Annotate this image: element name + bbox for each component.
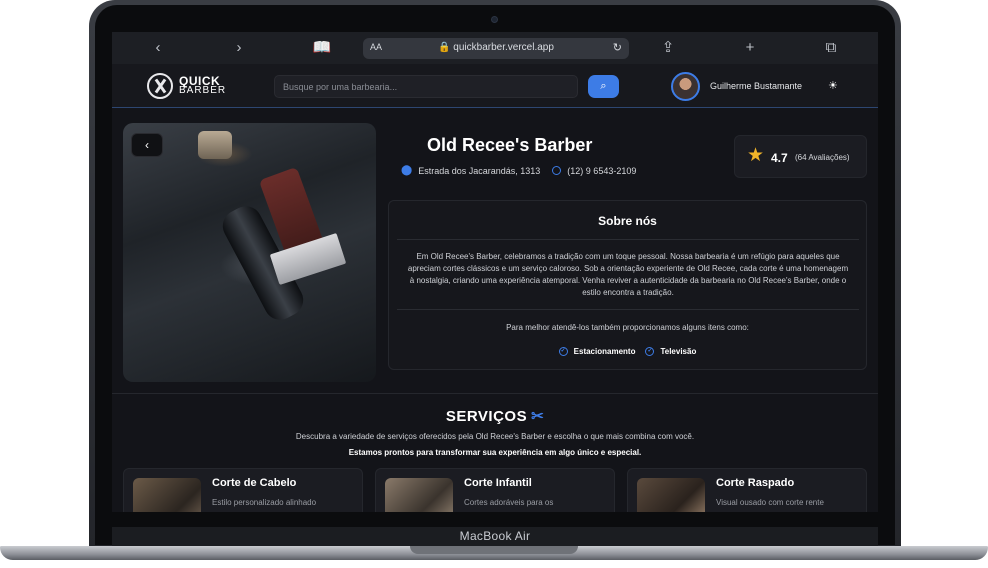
services-description: Descubra a variedade de serviços ofereci… bbox=[295, 432, 695, 441]
book-icon[interactable]: 📖 bbox=[312, 38, 332, 58]
sun-icon[interactable]: ☀ bbox=[828, 79, 838, 92]
tabs-icon[interactable]: ⧉ bbox=[821, 38, 841, 58]
about-card: Sobre nós Em Old Recee's Barber, celebra… bbox=[388, 200, 867, 370]
scissors-icon: ✂ bbox=[531, 408, 545, 425]
logo-icon bbox=[147, 73, 173, 99]
chevron-left-icon: ‹ bbox=[145, 138, 149, 152]
divider bbox=[397, 309, 859, 310]
service-card[interactable]: Corte Infantil Cortes adoráveis para os bbox=[375, 468, 615, 512]
divider bbox=[397, 239, 859, 240]
service-title: Corte Infantil bbox=[464, 477, 532, 489]
camera-icon bbox=[491, 16, 498, 23]
star-icon: ★ bbox=[747, 145, 765, 166]
logo-barber: BARBER bbox=[179, 85, 227, 96]
url-label: quickbarber.vercel.app bbox=[453, 42, 554, 53]
rating-badge: ★ 4.7 (64 Avaliações) bbox=[734, 135, 867, 178]
search-button[interactable]: ⌕ bbox=[588, 75, 619, 98]
address-bar[interactable]: AA 🔒 quickbarber.vercel.app ↻ bbox=[363, 38, 629, 59]
check-icon: ✓ bbox=[645, 347, 655, 356]
service-description: Visual ousado com corte rente bbox=[716, 498, 824, 507]
services-title: SERVIÇOS ✂ bbox=[445, 408, 545, 425]
service-image bbox=[133, 478, 201, 512]
service-card[interactable]: Corte Raspado Visual ousado com corte re… bbox=[627, 468, 867, 512]
service-description: Cortes adoráveis para os bbox=[464, 498, 554, 507]
app-header: QUICK BARBER Busque por uma barbearia...… bbox=[112, 64, 878, 108]
rating-count: (64 Avaliações) bbox=[795, 153, 850, 162]
about-title: Sobre nós bbox=[598, 214, 657, 228]
rating-value: 4.7 bbox=[771, 151, 788, 165]
chevron-right-icon[interactable]: › bbox=[229, 38, 249, 58]
service-title: Corte Raspado bbox=[716, 477, 795, 489]
search-icon: ⌕ bbox=[600, 80, 607, 92]
whatsapp-icon bbox=[552, 166, 562, 175]
back-button[interactable]: ‹ bbox=[131, 133, 163, 157]
share-icon[interactable]: ⇪ bbox=[658, 38, 678, 58]
device-label: MacBook Air bbox=[459, 529, 531, 543]
reload-icon[interactable]: ↻ bbox=[613, 41, 622, 54]
url-text: 🔒 quickbarber.vercel.app bbox=[363, 42, 629, 53]
amenity-item: ✓ Estacionamento bbox=[558, 347, 636, 356]
search-input[interactable]: Busque por uma barbearia... bbox=[274, 75, 578, 98]
shop-name: Old Recee's Barber bbox=[427, 135, 593, 155]
amenities-intro: Para melhor atendê-los também proporcion… bbox=[506, 323, 749, 332]
section-divider bbox=[112, 393, 878, 394]
shop-contact: ⬤ Estrada dos Jacarandás, 1313 (12) 9 65… bbox=[401, 165, 636, 176]
user-name: Guilherme Bustamante bbox=[710, 81, 803, 91]
service-title: Corte de Cabelo bbox=[212, 477, 297, 489]
services-tagline: Estamos prontos para transformar sua exp… bbox=[348, 448, 642, 457]
service-card[interactable]: Corte de Cabelo Estilo personalizado ali… bbox=[123, 468, 363, 512]
barbershop-image bbox=[123, 123, 376, 382]
avatar[interactable] bbox=[671, 72, 700, 101]
laptop-mockup: ‹ › 📖 AA 🔒 quickbarber.vercel.app ↻ ⇪ + … bbox=[0, 0, 988, 568]
laptop-notch bbox=[410, 546, 578, 554]
service-description: Estilo personalizado alinhado bbox=[212, 498, 317, 507]
about-text: Em Old Recee's Barber, celebramos a trad… bbox=[407, 252, 849, 297]
lock-icon: 🔒 bbox=[438, 42, 451, 53]
laptop-chin: MacBook Air bbox=[112, 527, 878, 546]
logo[interactable]: QUICK BARBER bbox=[147, 73, 226, 99]
chevron-left-icon[interactable]: ‹ bbox=[148, 38, 168, 58]
map-pin-icon: ⬤ bbox=[401, 165, 413, 176]
plus-icon[interactable]: + bbox=[740, 38, 760, 58]
check-icon: ✓ bbox=[558, 347, 568, 356]
shop-phone[interactable]: (12) 9 6543-2109 bbox=[567, 166, 636, 176]
amenity-item: ✓ Televisão bbox=[645, 347, 697, 356]
amenities-list: ✓ Estacionamento ✓ Televisão bbox=[389, 347, 866, 356]
service-image bbox=[385, 478, 453, 512]
service-image bbox=[637, 478, 705, 512]
shop-address: Estrada dos Jacarandás, 1313 bbox=[418, 165, 541, 176]
screen: ‹ › 📖 AA 🔒 quickbarber.vercel.app ↻ ⇪ + … bbox=[112, 32, 878, 512]
browser-toolbar: ‹ › 📖 AA 🔒 quickbarber.vercel.app ↻ ⇪ + … bbox=[112, 32, 878, 64]
